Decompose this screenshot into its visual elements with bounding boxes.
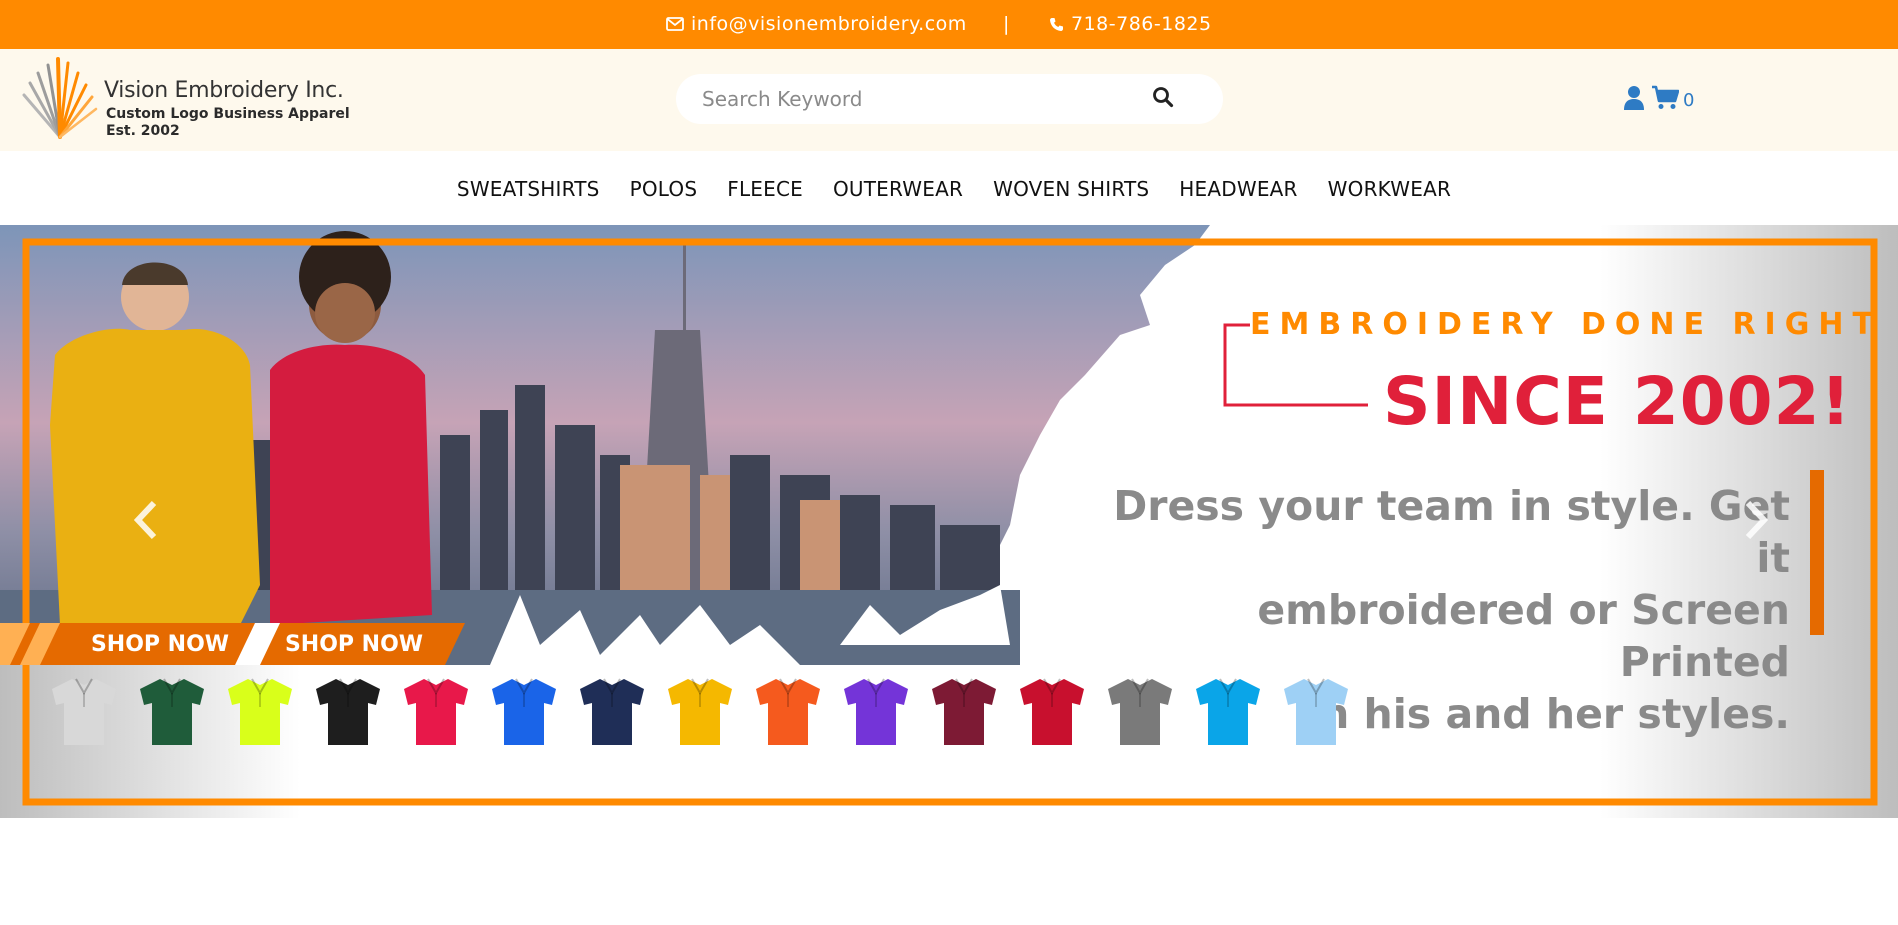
search-bar (676, 74, 1223, 124)
banner-headline-secondary: SINCE 2002! (1383, 363, 1852, 440)
phone-link[interactable]: 718-786-1825 (1049, 13, 1212, 35)
logo-tagline: Custom Logo Business Apparel (106, 106, 350, 122)
cart-count: 0 (1683, 90, 1695, 111)
color-swatch-row (46, 673, 1354, 749)
nav-item-sweatshirts[interactable]: SWEATSHIRTS (457, 177, 600, 201)
search-input[interactable] (702, 84, 1132, 114)
account-cart-group: 0 (1623, 84, 1694, 111)
polo-swatch[interactable] (46, 673, 122, 749)
polo-swatch[interactable] (750, 673, 826, 749)
top-contact-bar: info@visionembroidery.com | 718-786-1825 (0, 0, 1898, 49)
banner-headline-primary: EMBROIDERY DONE RIGHT (1250, 307, 1882, 342)
nav-item-workwear[interactable]: WORKWEAR (1328, 177, 1451, 201)
shop-now-button-women[interactable]: SHOP NOW (280, 623, 428, 665)
search-icon (1153, 87, 1174, 108)
polo-swatch[interactable] (134, 673, 210, 749)
email-link[interactable]: info@visionembroidery.com (666, 13, 967, 35)
nav-item-polos[interactable]: POLOS (630, 177, 698, 201)
cart-icon[interactable] (1651, 85, 1679, 111)
contact-separator: | (1003, 13, 1010, 35)
polo-swatch[interactable] (1014, 673, 1090, 749)
polo-shirt-icon (52, 678, 116, 745)
polo-swatch[interactable] (398, 673, 474, 749)
polo-shirt-icon (1284, 678, 1348, 745)
nav-item-fleece[interactable]: FLEECE (727, 177, 803, 201)
polo-shirt-icon (580, 678, 644, 745)
polo-shirt-icon (492, 678, 556, 745)
polo-shirt-icon (316, 678, 380, 745)
polo-shirt-icon (668, 678, 732, 745)
carousel-prev-button[interactable] (126, 495, 166, 545)
logo-established: Est. 2002 (106, 123, 180, 139)
polo-swatch[interactable] (1278, 673, 1354, 749)
banner-tagline-line-1: Dress your team in style. Get it (1113, 482, 1790, 582)
polo-shirt-icon (1108, 678, 1172, 745)
nav-item-headwear[interactable]: HEADWEAR (1179, 177, 1297, 201)
hero-carousel: EMBROIDERY DONE RIGHT SINCE 2002! Dress … (0, 225, 1898, 818)
main-nav: SWEATSHIRTS POLOS FLEECE OUTERWEAR WOVEN… (0, 151, 1898, 225)
polo-swatch[interactable] (486, 673, 562, 749)
nav-item-woven-shirts[interactable]: WOVEN SHIRTS (993, 177, 1149, 201)
polo-swatch[interactable] (838, 673, 914, 749)
polo-swatch[interactable] (574, 673, 650, 749)
polo-shirt-icon (1196, 678, 1260, 745)
user-icon[interactable] (1623, 85, 1645, 111)
polo-swatch[interactable] (310, 673, 386, 749)
polo-shirt-icon (932, 678, 996, 745)
polo-shirt-icon (228, 678, 292, 745)
phone-text: 718-786-1825 (1071, 13, 1212, 35)
chevron-right-icon (1745, 500, 1769, 540)
envelope-icon (666, 17, 684, 31)
search-button[interactable] (1152, 86, 1180, 114)
carousel-next-button[interactable] (1736, 495, 1776, 545)
polo-shirt-icon (844, 678, 908, 745)
logo-fan-icon (22, 57, 98, 139)
phone-icon (1050, 17, 1063, 31)
polo-swatch[interactable] (662, 673, 738, 749)
polo-swatch[interactable] (1102, 673, 1178, 749)
polo-shirt-icon (756, 678, 820, 745)
polo-shirt-icon (404, 678, 468, 745)
chevron-left-icon (133, 500, 157, 540)
shop-now-button-men[interactable]: SHOP NOW (86, 623, 234, 665)
logo-brand-name: Vision Embroidery Inc. (104, 78, 344, 103)
polo-swatch[interactable] (926, 673, 1002, 749)
site-logo[interactable]: Vision Embroidery Inc. Custom Logo Busin… (18, 51, 350, 147)
nav-item-outerwear[interactable]: OUTERWEAR (833, 177, 963, 201)
polo-shirt-icon (1020, 678, 1084, 745)
polo-swatch[interactable] (222, 673, 298, 749)
site-header: Vision Embroidery Inc. Custom Logo Busin… (0, 49, 1898, 151)
email-text: info@visionembroidery.com (691, 13, 967, 35)
polo-swatch[interactable] (1190, 673, 1266, 749)
polo-shirt-icon (140, 678, 204, 745)
